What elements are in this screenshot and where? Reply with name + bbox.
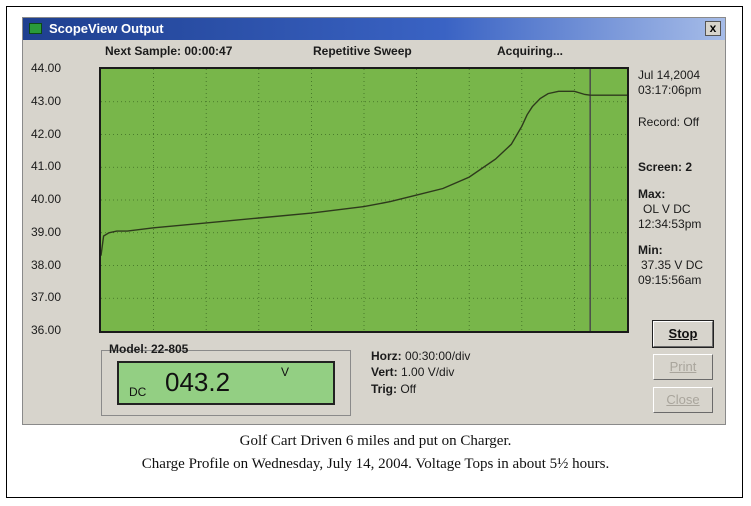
horz-setting: Horz: 00:30:00/div — [371, 349, 470, 363]
y-tick-label: 43.00 — [31, 93, 62, 108]
max-label: Max: — [638, 187, 666, 201]
y-tick-label: 39.00 — [31, 224, 62, 239]
title-bar[interactable]: ScopeView Output x — [23, 18, 725, 40]
close-icon[interactable]: x — [705, 21, 721, 36]
min-label: Min: — [638, 243, 663, 257]
stop-button[interactable]: Stop — [652, 320, 714, 348]
max-time: 12:34:53pm — [638, 217, 702, 231]
meter-unit: V — [281, 365, 290, 379]
scope-trace-svg — [101, 69, 627, 331]
print-button[interactable]: Print — [653, 354, 713, 380]
side-date: Jul 14,2004 — [638, 68, 701, 82]
close-button[interactable]: Close — [653, 387, 713, 413]
window-title: ScopeView Output — [49, 21, 164, 36]
sweep-mode-label: Repetitive Sweep — [313, 44, 412, 58]
trig-setting: Trig: Off — [371, 382, 416, 396]
trig-label: Trig: — [371, 382, 397, 396]
model-label: Model: 22-805 — [109, 342, 189, 356]
y-tick-label: 42.00 — [31, 126, 62, 141]
next-sample-label: Next Sample: 00:00:47 — [105, 44, 233, 58]
horz-value: 00:30:00/div — [405, 349, 471, 363]
record-status: Record: Off — [638, 115, 700, 129]
meter-reading: 043.2 — [165, 367, 231, 397]
y-tick-label: 36.00 — [31, 323, 62, 337]
y-tick-label: 41.00 — [31, 159, 62, 174]
app-icon — [29, 23, 42, 34]
y-tick-label: 38.00 — [31, 257, 62, 272]
y-tick-label: 44.00 — [31, 61, 62, 75]
caption-line-1: Golf Cart Driven 6 miles and put on Char… — [239, 433, 512, 449]
horz-label: Horz: — [371, 349, 402, 363]
acquisition-status: Acquiring... — [497, 44, 563, 58]
meter-mode: DC — [129, 385, 147, 399]
min-time: 09:15:56am — [638, 273, 702, 287]
vert-setting: Vert: 1.00 V/div — [371, 365, 454, 379]
scopeview-window: ScopeView Output x Next Sample: 00:00:47… — [22, 17, 726, 425]
trig-value: Off — [400, 382, 417, 396]
min-value: 37.35 V DC — [641, 258, 704, 272]
scope-plot-area — [99, 67, 629, 333]
vert-value: 1.00 V/div — [401, 365, 455, 379]
screen-number: Screen: 2 — [638, 160, 693, 174]
y-tick-label: 40.00 — [31, 192, 62, 206]
vert-label: Vert: — [371, 365, 398, 379]
meter-display: DC 043.2 V — [117, 361, 335, 405]
caption-line-2: Charge Profile on Wednesday, July 14, 20… — [141, 456, 610, 472]
side-time: 03:17:06pm — [638, 83, 702, 97]
max-value: OL V DC — [643, 202, 691, 216]
y-tick-label: 37.00 — [31, 290, 62, 305]
